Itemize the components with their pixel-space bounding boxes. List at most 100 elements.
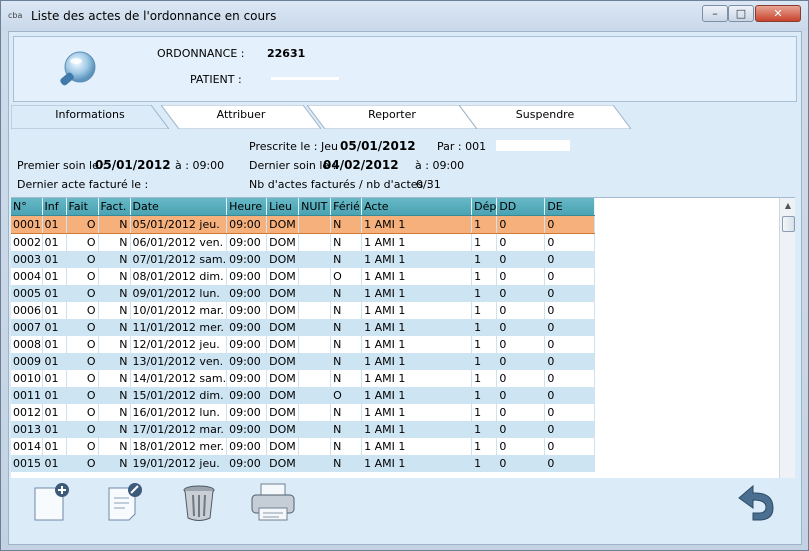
add-document-icon[interactable] [31, 482, 71, 524]
table-cell: 01 [42, 370, 67, 387]
table-cell: N [330, 370, 363, 387]
table-row[interactable]: 0005 01 O N 09/01/2012 lun. 09:00 DOM N 1 AMI 11… [11, 285, 596, 302]
table-cell: N [330, 302, 363, 319]
acts-table: N° Inf Fait Fact. Date Heure Lieu NUIT Férié Acte… [11, 198, 596, 472]
table-cell: DOM [266, 302, 300, 319]
tab-suspendre[interactable]: Suspendre [459, 105, 631, 129]
table-row-selected[interactable]: 0001 01 O N 05/01/2012 jeu. 09:00 DOM N 1 AMI 11… [11, 215, 596, 234]
table-row[interactable]: 0003 01 O N 07/01/2012 sam. 09:00 DOM N 1 AMI 11… [11, 251, 596, 268]
table-row[interactable]: 0002 01 O N 06/01/2012 ven. 09:00 DOM N 1 AMI 11… [11, 233, 596, 251]
table-cell: 0014 [11, 438, 43, 455]
table-cell [298, 233, 332, 251]
table-cell: N [330, 285, 363, 302]
column-header[interactable]: Dép [471, 198, 498, 216]
column-header[interactable]: Date [130, 198, 228, 216]
table-cell: 1 [471, 404, 498, 421]
scroll-thumb[interactable] [782, 216, 795, 232]
table-cell: 01 [42, 285, 67, 302]
table-cell: DOM [266, 319, 300, 336]
printer-icon[interactable] [249, 482, 297, 524]
table-cell: 0011 [11, 387, 43, 404]
undo-icon[interactable] [733, 482, 781, 524]
table-cell: 1 AMI 1 [361, 438, 473, 455]
column-header[interactable]: Heure [226, 198, 268, 216]
acts-grid[interactable]: N° Inf Fait Fact. Date Heure Lieu NUIT Férié Acte… [11, 197, 795, 478]
table-cell: O [66, 336, 99, 353]
table-cell: 1 [471, 455, 498, 472]
table-cell: N [330, 251, 363, 268]
table-cell [298, 421, 332, 438]
table-cell: 0 [544, 421, 596, 438]
table-row[interactable]: 0007 01 O N 11/01/2012 mer. 09:00 DOM N 1 AMI 11… [11, 319, 596, 336]
column-header[interactable]: Inf [42, 198, 67, 216]
table-cell: 0 [544, 387, 596, 404]
title-bar[interactable]: cba Liste des actes de l'ordonnance en c… [1, 1, 808, 31]
tab-attribuer[interactable]: Attribuer [161, 105, 321, 129]
ordonnance-label: ORDONNANCE : [157, 47, 245, 60]
tab-reporter[interactable]: Reporter [307, 105, 477, 129]
table-cell: N [98, 455, 131, 472]
tab-label: Reporter [368, 108, 416, 121]
table-cell: N [330, 353, 363, 370]
table-cell: 0004 [11, 268, 43, 285]
table-cell: 09:00 [226, 285, 268, 302]
table-header: N° Inf Fait Fact. Date Heure Lieu NUIT Férié Acte… [11, 198, 596, 216]
table-cell: 1 [471, 370, 498, 387]
table-body: 0001 01 O N 05/01/2012 jeu. 09:00 DOM N 1 AMI 11… [11, 215, 596, 472]
table-cell: 09:00 [226, 370, 268, 387]
table-row[interactable]: 0015 01 O N 19/01/2012 jeu. 09:00 DOM N 1 AMI 11… [11, 455, 596, 472]
close-button[interactable]: ✕ [755, 5, 801, 22]
table-cell: O [330, 268, 363, 285]
tab-informations[interactable]: Informations [11, 105, 169, 129]
scroll-up-icon[interactable]: ▲ [782, 200, 794, 212]
main-window: cba Liste des actes de l'ordonnance en c… [0, 0, 809, 551]
table-cell: 0 [496, 421, 546, 438]
table-cell: 0001 [11, 215, 43, 234]
table-row[interactable]: 0012 01 O N 16/01/2012 lun. 09:00 DOM N 1 AMI 11… [11, 404, 596, 421]
table-row[interactable]: 0013 01 O N 17/01/2012 mar. 09:00 DOM N 1 AMI 11… [11, 421, 596, 438]
table-cell [298, 251, 332, 268]
table-cell: DOM [266, 455, 300, 472]
table-cell: O [66, 302, 99, 319]
table-cell: 1 AMI 1 [361, 268, 473, 285]
tab-label: Attribuer [216, 108, 266, 121]
prescrite-date: 05/01/2012 [340, 139, 416, 153]
trash-icon[interactable] [179, 482, 219, 524]
table-cell: DOM [266, 285, 300, 302]
table-cell: 1 AMI 1 [361, 455, 473, 472]
table-row[interactable]: 0010 01 O N 14/01/2012 sam. 09:00 DOM N 1 AMI 11… [11, 370, 596, 387]
table-row[interactable]: 0011 01 O N 15/01/2012 dim. 09:00 DOM O 1 AMI 11… [11, 387, 596, 404]
table-cell: 0010 [11, 370, 43, 387]
vertical-scrollbar[interactable]: ▲ [779, 198, 795, 478]
column-header[interactable]: DD [496, 198, 546, 216]
table-row[interactable]: 0009 01 O N 13/01/2012 ven. 09:00 DOM N 1 AMI 11… [11, 353, 596, 370]
column-header[interactable]: N° [11, 198, 43, 216]
column-header[interactable]: Fait [66, 198, 99, 216]
table-cell: DOM [266, 438, 300, 455]
table-cell: O [66, 404, 99, 421]
table-cell: 0 [544, 268, 596, 285]
column-header[interactable]: Férié [330, 198, 363, 216]
column-header[interactable]: NUIT [298, 198, 332, 216]
window-title: Liste des actes de l'ordonnance en cours [31, 9, 277, 23]
column-header[interactable]: Lieu [266, 198, 300, 216]
table-cell [298, 285, 332, 302]
table-row[interactable]: 0014 01 O N 18/01/2012 mer. 09:00 DOM N 1 AMI 11… [11, 438, 596, 455]
table-cell: 0 [496, 233, 546, 251]
table-row[interactable]: 0004 01 O N 08/01/2012 dim. 09:00 DOM O 1 AMI 11… [11, 268, 596, 285]
table-row[interactable]: 0006 01 O N 10/01/2012 mar. 09:00 DOM N 1 AMI 11… [11, 302, 596, 319]
table-cell: N [98, 387, 131, 404]
nb-actes-value: 0/31 [416, 178, 441, 191]
column-header[interactable]: Fact. [98, 198, 131, 216]
minimize-button[interactable]: – [702, 5, 728, 22]
premier-soin-label: Premier soin le : [17, 159, 107, 172]
table-row[interactable]: 0008 01 O N 12/01/2012 jeu. 09:00 DOM N 1 AMI 11… [11, 336, 596, 353]
table-cell: DOM [266, 404, 300, 421]
column-header[interactable]: DE [544, 198, 596, 216]
table-cell: DOM [266, 353, 300, 370]
edit-document-icon[interactable] [105, 482, 145, 524]
column-header[interactable]: Acte [361, 198, 473, 216]
table-cell: 09:00 [226, 455, 268, 472]
table-cell: 1 AMI 1 [361, 285, 473, 302]
maximize-button[interactable]: □ [728, 5, 754, 22]
